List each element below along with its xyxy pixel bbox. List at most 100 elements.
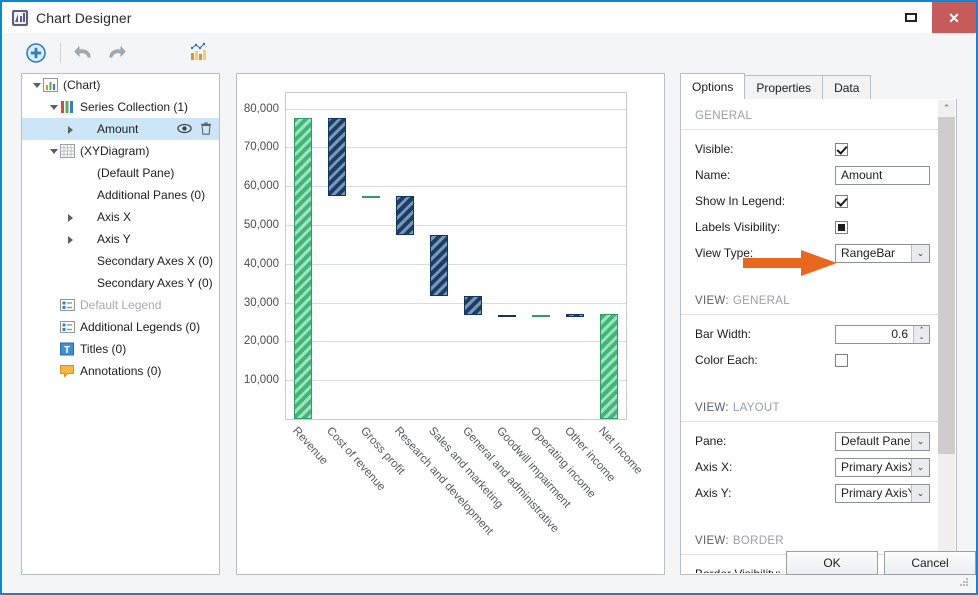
resize-grip[interactable]: [958, 576, 970, 588]
tree-item-label: Additional Legends (0): [80, 320, 201, 334]
diagram-grid-icon: [60, 144, 75, 158]
pane-dropdown[interactable]: Default Pane ⌄: [835, 431, 930, 451]
close-button[interactable]: ✕: [932, 2, 976, 33]
tree-item-annotations-0[interactable]: Annotations (0): [22, 360, 219, 382]
section-header-text: LAYOUT: [732, 402, 780, 414]
options-vertical-scrollbar[interactable]: ⌃ ⌄: [938, 100, 955, 574]
field-row-visible: Visible:: [681, 136, 939, 162]
y-axis-tick-label: 70,000: [243, 141, 279, 154]
chevron-down-icon[interactable]: ⌄: [911, 432, 929, 450]
trash-icon[interactable]: [199, 121, 213, 139]
title-bar: Chart Designer ✕: [2, 2, 976, 33]
ok-button[interactable]: OK: [786, 551, 878, 575]
chevron-down-icon[interactable]: ⌄: [919, 334, 925, 341]
redo-button[interactable]: [102, 40, 128, 66]
tree-item-default-pane[interactable]: (Default Pane): [22, 162, 219, 184]
toolbar: [4, 33, 974, 71]
chart-element-tree[interactable]: (Chart) Series Collection (1) Amount (XYDia…: [21, 73, 220, 575]
color-each-checkbox[interactable]: [835, 353, 848, 367]
tree-icon-placeholder: [77, 254, 92, 268]
tree-item-additional-panes-0[interactable]: Additional Panes (0): [22, 184, 219, 206]
tree-item-additional-legends-0[interactable]: Additional Legends (0): [22, 316, 219, 338]
chart-bar: [328, 117, 346, 196]
tree-item-label: Axis Y: [97, 232, 131, 246]
section-header-view-layout: VIEW: LAYOUT: [681, 395, 939, 422]
tree-item-default-legend[interactable]: Default Legend: [22, 294, 219, 316]
tree-item-axis-x[interactable]: Axis X: [22, 206, 219, 228]
chart-bar: [396, 195, 414, 236]
show-in-legend-checkbox[interactable]: [835, 194, 848, 208]
field-row-name: Name: Amount: [681, 162, 939, 188]
tree-item-xydiagram[interactable]: (XYDiagram): [22, 140, 219, 162]
tab-strip: Options Properties Data: [680, 73, 957, 100]
client-area: (Chart) Series Collection (1) Amount (XYDia…: [4, 33, 976, 591]
chevron-right-icon[interactable]: [64, 211, 77, 224]
axis-y-dropdown[interactable]: Primary AxisY ⌄: [835, 483, 930, 503]
tree-item-chart[interactable]: (Chart): [22, 74, 219, 96]
chevron-right-icon[interactable]: [64, 123, 77, 136]
axis-x-dropdown[interactable]: Primary AxisX ⌄: [835, 457, 930, 477]
tree-item-label: Secondary Axes X (0): [97, 254, 214, 268]
eye-icon[interactable]: [177, 121, 192, 139]
field-row-bar-width: Bar Width: 0.6 ⌃ ⌄: [681, 321, 939, 347]
chevron-right-icon[interactable]: [64, 233, 77, 246]
tree-item-amount[interactable]: Amount: [22, 118, 219, 140]
tree-item-series-collection-1[interactable]: Series Collection (1): [22, 96, 219, 118]
chevron-up-icon[interactable]: ⌃: [919, 327, 925, 334]
tab-options[interactable]: Options: [680, 73, 746, 99]
chart-wizard-icon: [190, 42, 206, 60]
chevron-down-icon[interactable]: [30, 79, 43, 92]
tree-expander-placeholder: [64, 189, 77, 202]
tree-item-axis-y[interactable]: Axis Y: [22, 228, 219, 250]
scrollbar-thumb[interactable]: [938, 117, 955, 454]
add-circle-icon: [26, 43, 46, 63]
labels-visibility-checkbox[interactable]: [835, 220, 848, 234]
chevron-down-icon[interactable]: ⌄: [911, 484, 929, 502]
tree-item-label: Amount: [97, 122, 139, 136]
cancel-button[interactable]: Cancel: [884, 551, 976, 575]
chart-bar: [600, 314, 618, 419]
chevron-down-icon[interactable]: ⌄: [911, 244, 929, 262]
chart-icon: [43, 78, 58, 92]
spinner-buttons[interactable]: ⌃ ⌄: [913, 325, 929, 343]
tree-item-label: Axis X: [97, 210, 132, 224]
visible-checkbox[interactable]: [835, 142, 848, 156]
dialog-footer: OK Cancel: [4, 543, 976, 591]
field-label: Axis X:: [695, 460, 733, 474]
chevron-down-icon[interactable]: [47, 145, 60, 158]
field-label: Labels Visibility:: [695, 220, 781, 234]
tree-icon-placeholder: [77, 232, 92, 246]
chevron-down-icon[interactable]: ⌄: [911, 458, 929, 476]
tree-item-secondary-axes-y-0[interactable]: Secondary Axes Y (0): [22, 272, 219, 294]
scroll-up-button[interactable]: ⌃: [938, 100, 955, 117]
y-axis-tick-label: 40,000: [243, 257, 279, 270]
svg-text:T: T: [64, 345, 70, 356]
tab-data[interactable]: Data: [822, 75, 872, 99]
name-input[interactable]: Amount: [835, 165, 930, 185]
tab-properties[interactable]: Properties: [744, 75, 824, 99]
tree-item-label: (XYDiagram): [80, 144, 150, 158]
section-header-general: GENERAL: [681, 103, 939, 130]
legend-icon: [60, 298, 75, 312]
chart-designer-window: Chart Designer ✕ (Chart) Series Collecti…: [0, 0, 978, 595]
chart-bar: [362, 195, 380, 199]
tree-icon-placeholder: [77, 166, 92, 180]
chart-plot-area[interactable]: 10,000 20,000 30,000 40,000 50,000 60,000 70,0…: [244, 92, 644, 538]
chevron-down-icon[interactable]: [47, 101, 60, 114]
annotation-icon: [60, 364, 75, 378]
undo-button[interactable]: [72, 40, 98, 66]
view-type-dropdown[interactable]: RangeBar ⌄: [835, 243, 930, 263]
restore-button[interactable]: [890, 2, 932, 33]
bar-width-spinner[interactable]: 0.6 ⌃ ⌄: [835, 324, 930, 344]
pane-value: Default Pane: [841, 434, 911, 448]
y-axis-tick-label: 60,000: [243, 180, 279, 193]
chart-wizard-button[interactable]: [186, 40, 212, 66]
title-icon: T: [60, 342, 75, 356]
tree-item-label: Additional Panes (0): [97, 188, 206, 202]
chart-bar: [566, 314, 584, 317]
tree-item-label: Secondary Axes Y (0): [97, 276, 213, 290]
add-series-button[interactable]: [23, 40, 49, 66]
tree-item-titles-0[interactable]: T Titles (0): [22, 338, 219, 360]
tree-expander-placeholder: [47, 299, 60, 312]
tree-item-secondary-axes-x-0[interactable]: Secondary Axes X (0): [22, 250, 219, 272]
